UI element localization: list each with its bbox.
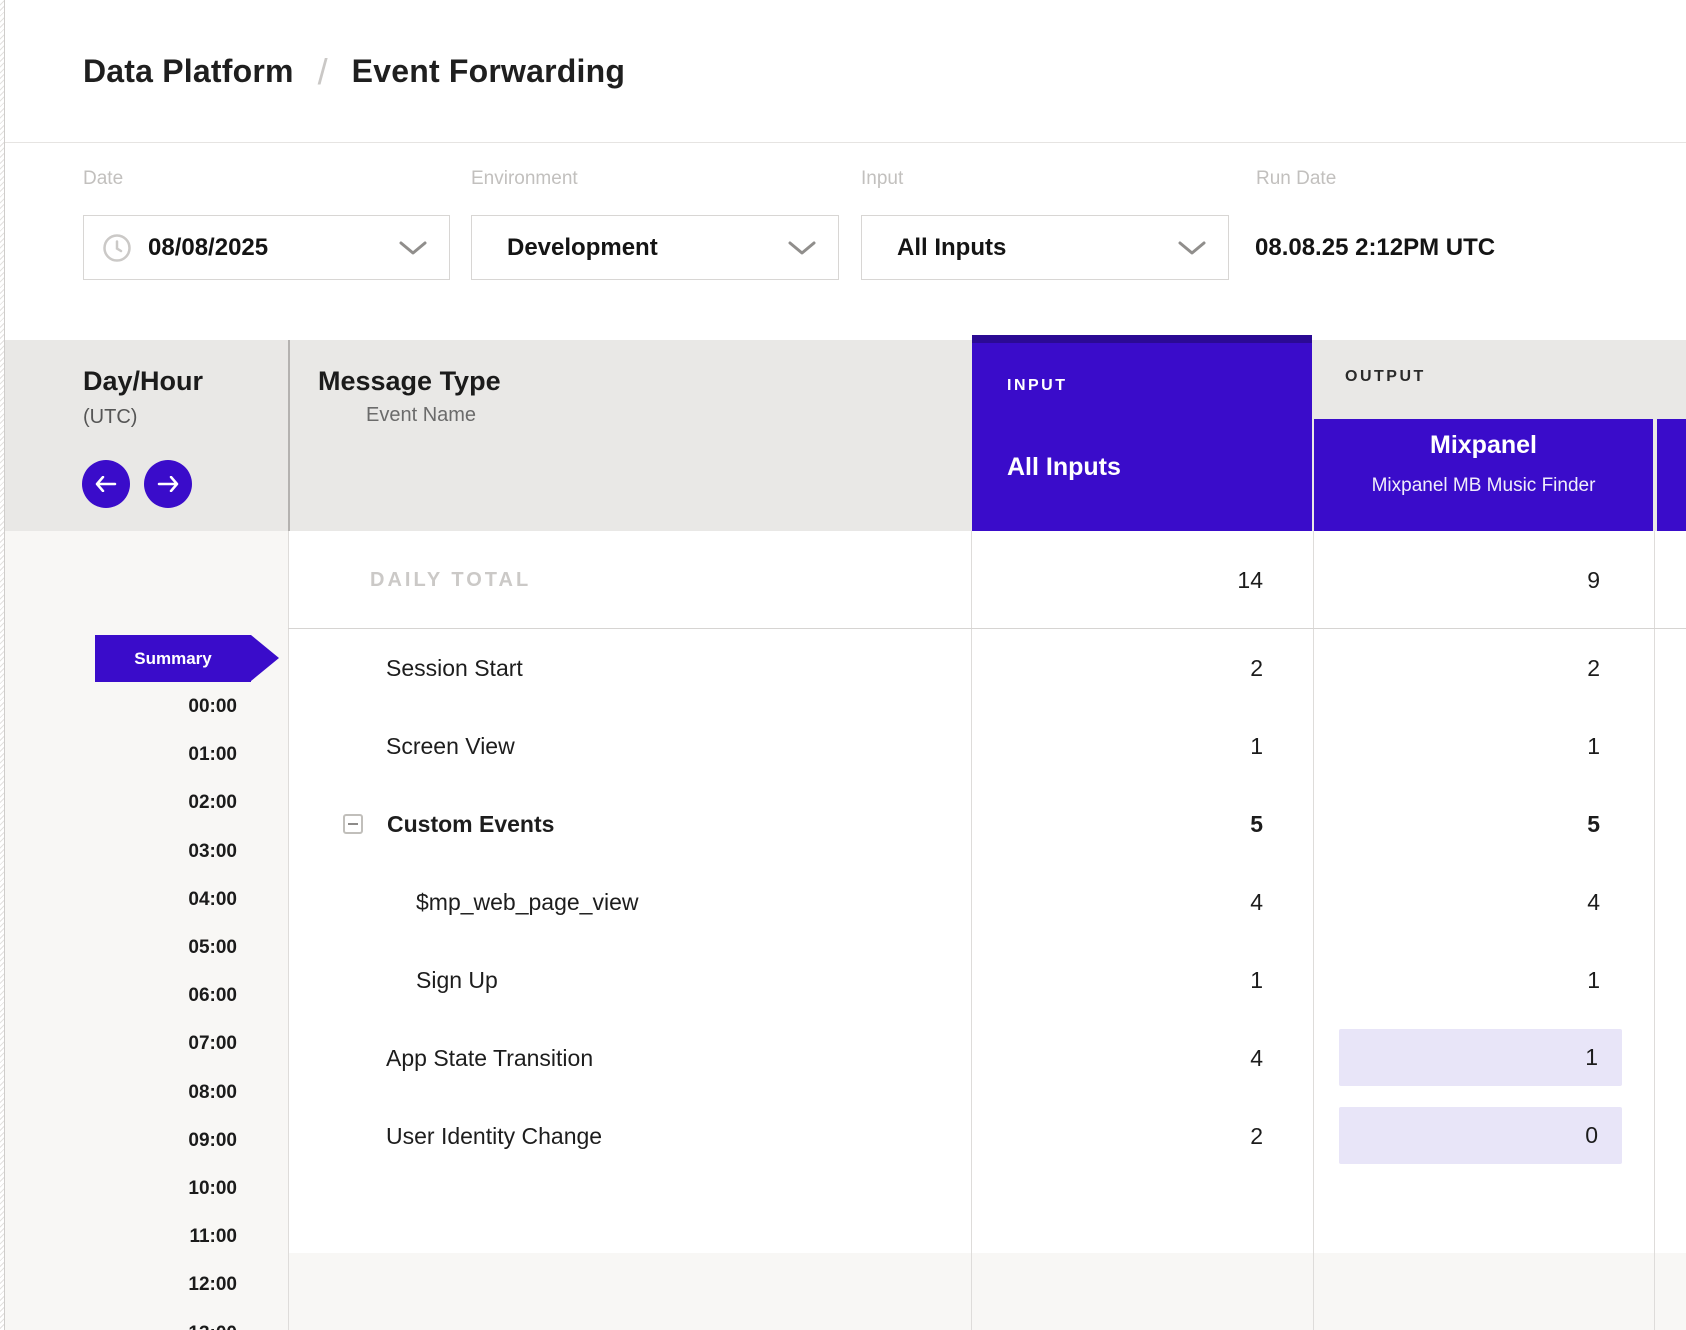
hour-row-label[interactable]: 04:00 — [0, 888, 237, 912]
output-count: 0 — [1339, 1107, 1622, 1164]
input-count: 4 — [1021, 1019, 1263, 1097]
chevron-down-icon — [1178, 241, 1206, 261]
arrow-right-icon — [157, 476, 179, 492]
date-dropdown-value: 08/08/2025 — [148, 234, 268, 262]
input-count: 5 — [1021, 785, 1263, 863]
output-column-header-mixpanel[interactable]: Mixpanel Mixpanel MB Music Finder — [1314, 419, 1653, 531]
date-dropdown[interactable]: 08/08/2025 — [83, 215, 450, 280]
daily-total-output-value: 9 — [1358, 531, 1600, 629]
day-hour-timezone: (UTC) — [83, 406, 137, 429]
event-name: Sign Up — [416, 941, 498, 1019]
output-count: 1 — [1339, 1029, 1622, 1086]
output-count: 2 — [1358, 629, 1600, 707]
table-row-app-state-transition: App State Transition 4 1 — [288, 1019, 1686, 1097]
input-count: 2 — [1021, 1097, 1263, 1175]
message-type-column-title: Message Type — [318, 366, 501, 397]
summary-tag-arrow — [251, 635, 279, 681]
collapse-icon[interactable] — [343, 814, 363, 834]
event-name: User Identity Change — [386, 1097, 602, 1175]
table-footer-band — [288, 1253, 1686, 1330]
header-column-divider — [288, 340, 290, 531]
output-count: 5 — [1358, 785, 1600, 863]
table-row-user-identity-change: User Identity Change 2 0 — [288, 1097, 1686, 1175]
hour-row-label[interactable]: 10:00 — [0, 1177, 237, 1201]
hour-row-label[interactable]: 03:00 — [0, 840, 237, 864]
hour-row-label[interactable]: 09:00 — [0, 1129, 237, 1153]
input-group-label: INPUT — [1007, 377, 1068, 395]
highlighted-output-cell: 0 — [1339, 1107, 1622, 1164]
hour-row-label[interactable]: 05:00 — [0, 936, 237, 960]
input-filter-label: Input — [861, 168, 903, 190]
input-count: 1 — [1021, 941, 1263, 1019]
output-count: 1 — [1358, 941, 1600, 1019]
hour-row-label[interactable]: 00:00 — [0, 695, 237, 719]
chevron-down-icon — [399, 241, 427, 261]
date-filter-label: Date — [83, 168, 123, 190]
output-column-title: Mixpanel — [1314, 431, 1653, 460]
frozen-pane-edge — [0, 0, 5, 1330]
hour-row-label[interactable]: 08:00 — [0, 1081, 237, 1105]
table-row-custom-events: Custom Events 5 5 — [288, 785, 1686, 863]
table-row-screen-view: Screen View 1 1 — [288, 707, 1686, 785]
input-dropdown[interactable]: All Inputs — [861, 215, 1229, 280]
run-date-label: Run Date — [1256, 168, 1336, 190]
highlighted-output-cell: 1 — [1339, 1029, 1622, 1086]
table-row-session-start: Session Start 2 2 — [288, 629, 1686, 707]
input-dropdown-value: All Inputs — [897, 234, 1006, 262]
hour-row-label[interactable]: 11:00 — [0, 1225, 237, 1249]
breadcrumb-item-data-platform[interactable]: Data Platform — [83, 53, 294, 90]
environment-dropdown-value: Development — [507, 234, 658, 262]
hour-row-label[interactable]: 13:00 — [0, 1322, 237, 1330]
daily-total-input-value: 14 — [1021, 531, 1263, 629]
previous-day-button[interactable] — [82, 460, 130, 508]
event-name: $mp_web_page_view — [416, 863, 639, 941]
output-group-label: OUTPUT — [1345, 368, 1426, 386]
breadcrumb: Data Platform / Event Forwarding — [83, 0, 625, 143]
event-name: Screen View — [386, 707, 515, 785]
next-day-button[interactable] — [144, 460, 192, 508]
event-name: Session Start — [386, 629, 523, 707]
clock-icon — [102, 233, 132, 268]
input-column-title: All Inputs — [1007, 453, 1121, 482]
input-count: 1 — [1021, 707, 1263, 785]
daily-total-label: DAILY TOTAL — [370, 531, 531, 629]
arrow-left-icon — [95, 476, 117, 492]
chevron-down-icon — [788, 241, 816, 261]
day-hour-column-title: Day/Hour — [83, 366, 203, 397]
top-bar: Data Platform / Event Forwarding — [0, 0, 1686, 143]
output-column-truncated — [1657, 419, 1686, 531]
event-name-subtitle: Event Name — [366, 404, 476, 427]
input-count: 2 — [1021, 629, 1263, 707]
event-name: Custom Events — [387, 785, 554, 863]
summary-label: Summary — [95, 635, 251, 682]
hour-row-label[interactable]: 02:00 — [0, 791, 237, 815]
event-forwarding-page: Data Platform / Event Forwarding Date En… — [0, 0, 1686, 1330]
table-row-mp-web-page-view: $mp_web_page_view 4 4 — [288, 863, 1686, 941]
run-date-value: 08.08.25 2:12PM UTC — [1255, 215, 1495, 280]
output-count: 1 — [1358, 707, 1600, 785]
event-name: App State Transition — [386, 1019, 593, 1097]
breadcrumb-item-event-forwarding: Event Forwarding — [352, 53, 625, 90]
hour-row-label[interactable]: 01:00 — [0, 743, 237, 767]
output-column-subtitle: Mixpanel MB Music Finder — [1314, 475, 1653, 497]
breadcrumb-separator: / — [318, 51, 328, 93]
hour-row-label[interactable]: 06:00 — [0, 984, 237, 1008]
table-row-sign-up: Sign Up 1 1 — [288, 941, 1686, 1019]
input-column-header[interactable]: INPUT All Inputs — [972, 335, 1312, 531]
environment-dropdown[interactable]: Development — [471, 215, 839, 280]
daily-total-row: DAILY TOTAL 14 9 — [288, 531, 1686, 629]
environment-filter-label: Environment — [471, 168, 578, 190]
input-count: 4 — [1021, 863, 1263, 941]
hour-row-label[interactable]: 12:00 — [0, 1273, 237, 1297]
output-count: 4 — [1358, 863, 1600, 941]
hour-row-label[interactable]: 07:00 — [0, 1032, 237, 1056]
